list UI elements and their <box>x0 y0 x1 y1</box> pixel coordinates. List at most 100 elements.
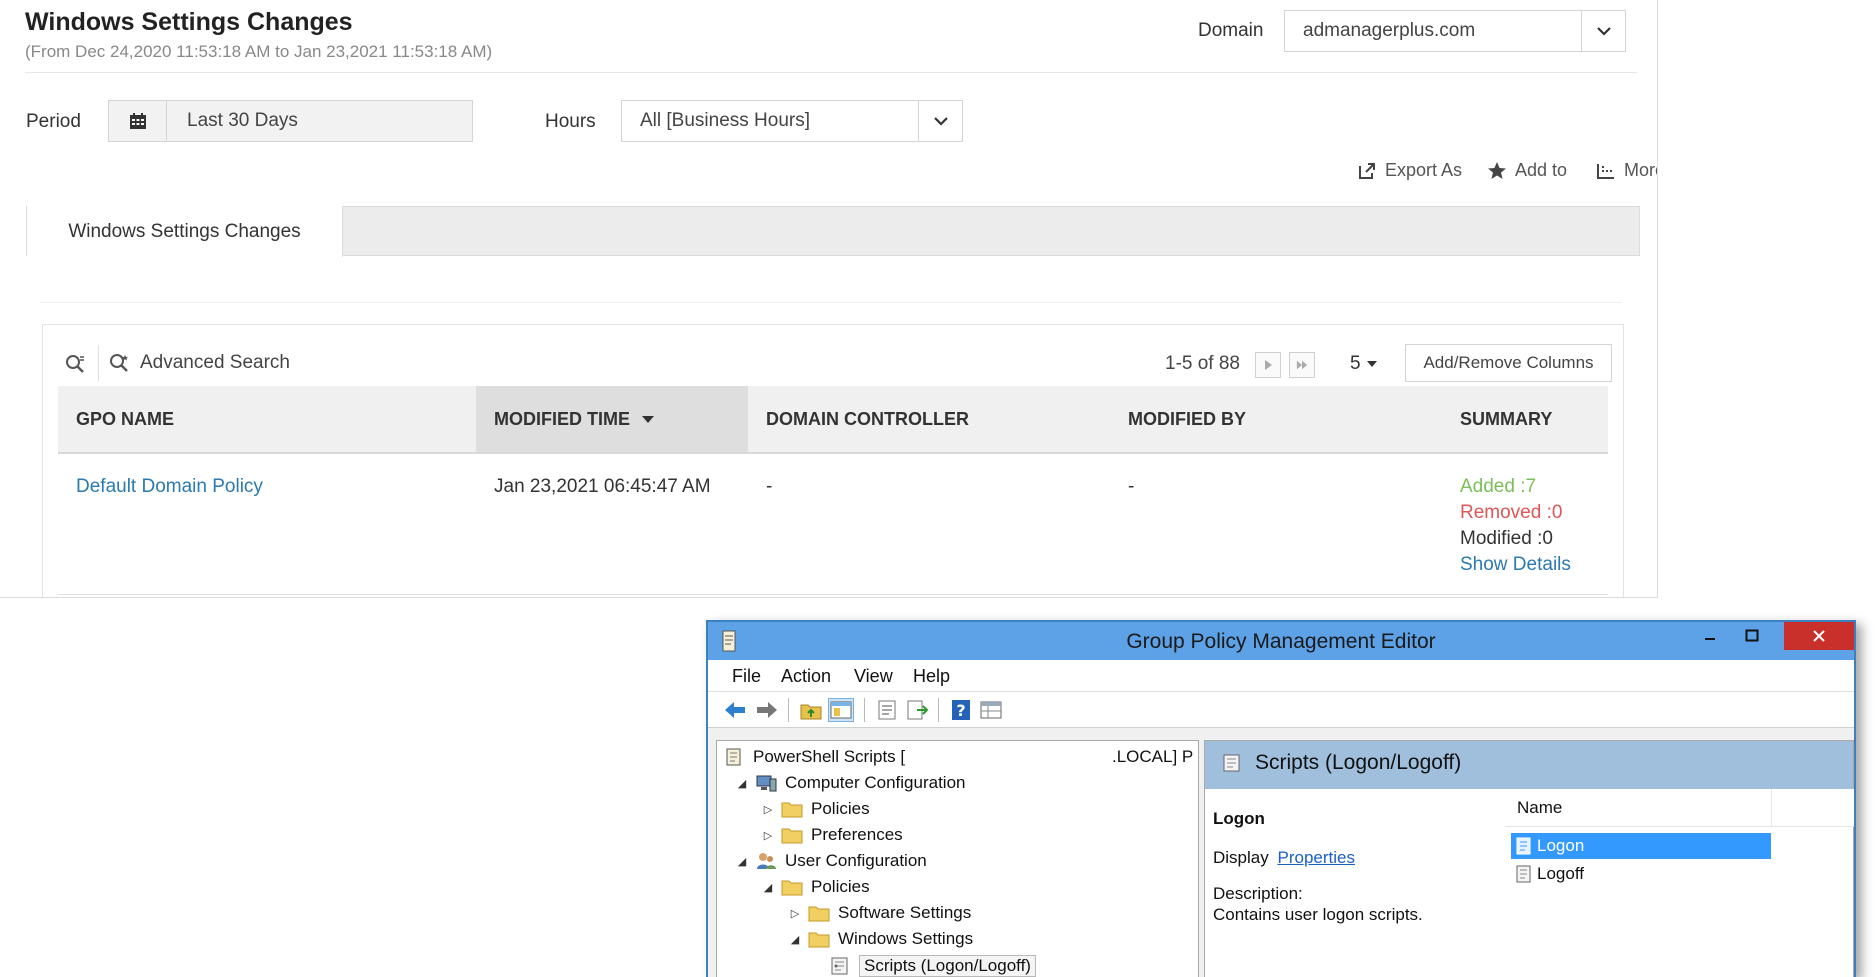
folder-icon <box>781 877 803 897</box>
more-button[interactable]: More <box>1596 160 1657 181</box>
list-header: Name <box>1505 789 1854 827</box>
domain-controller-cell: - <box>766 476 773 497</box>
column-header-modified-time[interactable]: MODIFIED TIME <box>476 386 748 452</box>
calendar-icon <box>109 101 167 141</box>
tree-pane: PowerShell Scripts [ .LOCAL] P ◢ Compute… <box>716 740 1199 977</box>
folder-icon <box>808 903 830 923</box>
menu-bar: File Action View Help <box>708 660 1854 692</box>
tree-root[interactable]: PowerShell Scripts [ <box>723 747 905 767</box>
expanded-arrow-icon[interactable]: ◢ <box>735 777 749 790</box>
toolbar-separator <box>938 698 939 722</box>
period-value: Last 30 Days <box>187 110 298 131</box>
tab-bar: Windows Settings Changes <box>26 206 1640 257</box>
pager-status: 1-5 of 88 <box>1165 353 1240 374</box>
scripts-logon-logoff-label: Scripts (Logon/Logoff) <box>859 955 1036 977</box>
menu-action[interactable]: Action <box>781 666 831 687</box>
advanced-search-button[interactable]: Advanced Search <box>108 352 290 374</box>
expanded-arrow-icon[interactable]: ◢ <box>761 881 775 894</box>
list-item-logon[interactable]: Logon <box>1511 833 1771 859</box>
help-icon[interactable]: ? <box>948 698 974 722</box>
tab-windows-settings-changes[interactable]: Windows Settings Changes <box>27 206 343 257</box>
play-icon <box>1265 360 1272 370</box>
menu-help[interactable]: Help <box>913 666 950 687</box>
export-list-icon[interactable] <box>904 698 930 722</box>
tree-windows-settings[interactable]: ◢ Windows Settings <box>788 929 973 949</box>
table-header: GPO NAME MODIFIED TIME DOMAIN CONTROLLER… <box>58 386 1608 454</box>
export-as-button[interactable]: Export As <box>1357 160 1462 181</box>
user-configuration-label: User Configuration <box>785 851 927 870</box>
add-to-button[interactable]: Add to <box>1487 160 1567 181</box>
menu-file[interactable]: File <box>732 666 761 687</box>
section-title: Logon <box>1213 809 1265 828</box>
properties-list-icon[interactable] <box>874 698 900 722</box>
next-page-button[interactable] <box>1255 352 1281 378</box>
view-pane-icon[interactable] <box>978 698 1004 722</box>
properties-link[interactable]: Properties <box>1277 848 1354 867</box>
maximize-icon[interactable] <box>1734 622 1770 650</box>
script-icon <box>1221 753 1243 778</box>
summary-added: Added :7 <box>1460 476 1537 497</box>
minimize-icon[interactable] <box>1692 622 1728 650</box>
divider <box>40 302 1622 303</box>
users-icon <box>755 851 777 871</box>
page-size-value: 5 <box>1350 353 1361 374</box>
modified-by-cell: - <box>1128 476 1135 497</box>
export-as-label: Export As <box>1385 160 1463 180</box>
tree-cc-policies[interactable]: ▷ Policies <box>761 799 870 819</box>
back-arrow-icon[interactable] <box>722 698 748 722</box>
hours-select[interactable]: All [Business Hours] <box>621 100 963 142</box>
gpme-window: Group Policy Management Editor File Acti… <box>706 620 1856 977</box>
page-size-select[interactable]: 5 <box>1350 353 1377 375</box>
domain-select[interactable]: admanagerplus.com <box>1284 10 1626 52</box>
chevron-down-icon <box>1581 11 1625 51</box>
column-divider <box>1771 789 1772 827</box>
tree-software-settings[interactable]: ▷ Software Settings <box>788 903 971 923</box>
forward-arrow-icon[interactable] <box>754 698 780 722</box>
up-folder-icon[interactable] <box>798 698 824 722</box>
toolbar: ? <box>708 692 1854 728</box>
script-icon <box>1515 837 1533 855</box>
add-remove-columns-button[interactable]: Add/Remove Columns <box>1405 344 1612 382</box>
details-header-title: Scripts (Logon/Logoff) <box>1255 751 1462 774</box>
menu-view[interactable]: View <box>854 666 893 687</box>
tree-user-configuration[interactable]: ◢ User Configuration <box>735 851 927 871</box>
cc-preferences-label: Preferences <box>811 825 903 844</box>
more-icon <box>1597 163 1614 179</box>
divider <box>25 72 1637 73</box>
divider <box>98 345 99 381</box>
expanded-arrow-icon[interactable]: ◢ <box>735 855 749 868</box>
column-header-gpo-name[interactable]: GPO NAME <box>58 386 476 452</box>
hours-label: Hours <box>545 111 596 132</box>
uc-policies-label: Policies <box>811 877 870 896</box>
show-details-link[interactable]: Show Details <box>1460 554 1571 576</box>
column-header-name[interactable]: Name <box>1517 798 1562 818</box>
tree-scripts-logon-logoff[interactable]: Scripts (Logon/Logoff) <box>829 955 1036 977</box>
export-icon <box>1359 162 1375 179</box>
tree-computer-configuration[interactable]: ◢ Computer Configuration <box>735 773 966 793</box>
period-selector[interactable]: Last 30 Days <box>108 100 473 142</box>
last-page-button[interactable] <box>1289 352 1315 378</box>
caret-down-icon <box>1366 361 1377 367</box>
tree-root-suffix: .LOCAL] P <box>1112 747 1194 766</box>
folder-icon <box>781 825 803 845</box>
column-header-modified-time-label: MODIFIED TIME <box>494 408 630 429</box>
advanced-search-label: Advanced Search <box>140 352 290 373</box>
folder-icon <box>781 799 803 819</box>
quick-search-icon[interactable] <box>64 353 86 380</box>
tree-uc-policies[interactable]: ◢ Policies <box>761 877 870 897</box>
collapsed-arrow-icon[interactable]: ▷ <box>788 907 802 920</box>
gpo-name-link[interactable]: Default Domain Policy <box>76 476 263 498</box>
column-header-summary[interactable]: SUMMARY <box>1442 386 1608 452</box>
column-header-modified-by[interactable]: MODIFIED BY <box>1110 386 1442 452</box>
column-header-domain-controller[interactable]: DOMAIN CONTROLLER <box>748 386 1110 452</box>
report-panel: Windows Settings Changes (From Dec 24,20… <box>0 0 1658 598</box>
close-icon[interactable] <box>1784 622 1854 650</box>
tree-cc-preferences[interactable]: ▷ Preferences <box>761 825 903 845</box>
list-item-logoff[interactable]: Logoff <box>1511 861 1584 887</box>
expanded-arrow-icon[interactable]: ◢ <box>788 933 802 946</box>
collapsed-arrow-icon[interactable]: ▷ <box>761 829 775 842</box>
summary-modified: Modified :0 <box>1460 528 1553 549</box>
collapsed-arrow-icon[interactable]: ▷ <box>761 803 775 816</box>
computer-configuration-label: Computer Configuration <box>785 773 966 792</box>
show-hide-tree-icon[interactable] <box>828 698 854 722</box>
